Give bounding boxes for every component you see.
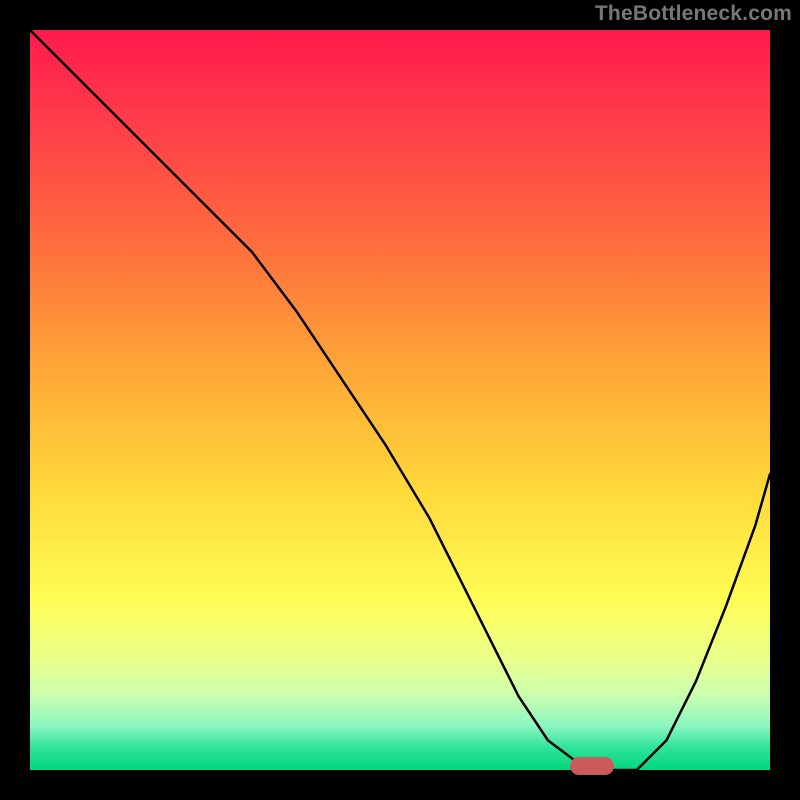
watermark-text: TheBottleneck.com	[595, 2, 792, 26]
optimal-marker	[570, 757, 614, 775]
plot-area	[30, 30, 770, 770]
chart-container: TheBottleneck.com	[0, 0, 800, 800]
bottleneck-curve	[30, 30, 770, 770]
